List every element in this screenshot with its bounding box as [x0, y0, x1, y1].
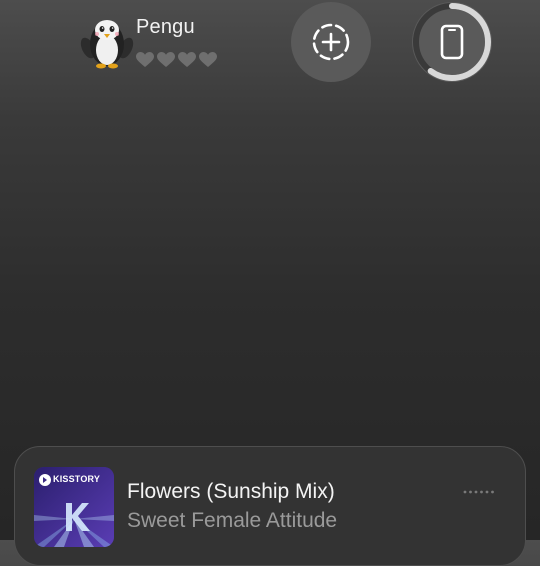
- now-playing-card[interactable]: KISSTORY Flowers (Sunship Mix) Sweet Fem…: [14, 446, 526, 566]
- heart-icon: [178, 52, 196, 67]
- heart-icon: [157, 52, 175, 67]
- penguin-avatar-icon: [80, 12, 134, 70]
- heart-icon: [136, 52, 154, 67]
- hearts-meter: [136, 52, 217, 68]
- track-artist: Sweet Female Attitude: [127, 509, 338, 532]
- device-battery-button[interactable]: [412, 2, 492, 82]
- more-dots-icon[interactable]: [463, 487, 495, 497]
- track-title: Flowers (Sunship Mix): [127, 480, 335, 503]
- pet-widget[interactable]: Pengu: [80, 12, 230, 74]
- dashed-circle-plus-icon: [312, 23, 350, 61]
- heart-icon: [199, 52, 217, 67]
- phone-icon: [440, 24, 464, 60]
- album-artwork[interactable]: KISSTORY: [34, 467, 114, 547]
- artwork-label: KISSTORY: [53, 474, 101, 484]
- pet-name: Pengu: [136, 16, 195, 38]
- add-button[interactable]: [291, 2, 371, 82]
